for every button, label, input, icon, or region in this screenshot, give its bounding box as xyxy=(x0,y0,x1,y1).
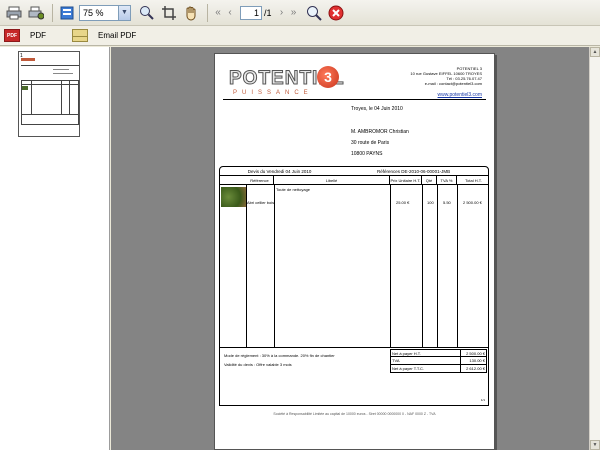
zoom-select[interactable]: 75 % ▼ xyxy=(79,4,131,21)
thumbnail-panel: 1 xyxy=(0,47,110,450)
column-header: Qté xyxy=(422,176,437,184)
chevron-down-icon[interactable]: ▼ xyxy=(118,5,130,20)
toolbar-separator xyxy=(52,3,53,22)
column-divider xyxy=(246,185,247,347)
column-divider xyxy=(437,185,438,347)
scroll-down-icon[interactable]: ▼ xyxy=(590,440,600,450)
row-reference: Abri cellier bois xyxy=(247,200,275,205)
condition-line: Mode de règlement : 30% à la commande. 2… xyxy=(224,353,335,358)
main-toolbar: 75 % ▼ « ‹ 1 /1 › » xyxy=(0,0,600,26)
quote-table: Devis du Vendredi 04 Juin 2010 Référence… xyxy=(219,166,489,406)
page-view-icon[interactable] xyxy=(57,3,77,23)
print-icon[interactable] xyxy=(4,3,24,23)
condition-line: Validité du devis : Offre valable 3 mois xyxy=(224,362,292,367)
close-icon[interactable] xyxy=(326,3,346,23)
quote-title: Devis du Vendredi 04 Juin 2010 xyxy=(247,168,312,174)
place-date: Troyes, le 04 Juin 2010 xyxy=(351,106,403,112)
print-setup-icon[interactable] xyxy=(26,3,46,23)
row-label: Toute de nettoyage xyxy=(276,187,311,192)
recipient-city: 10800 PAYNS xyxy=(351,151,383,157)
row-quantity: 100 xyxy=(427,200,434,205)
column-header: TVA % xyxy=(437,176,457,184)
logo-digit: 3 xyxy=(317,66,339,88)
page-number: 1/1 xyxy=(480,398,485,402)
scroll-up-icon[interactable]: ▲ xyxy=(590,47,600,57)
company-line: e-mail : contact@potentiel3.com xyxy=(424,81,482,86)
hand-icon[interactable] xyxy=(181,3,201,23)
totals-row: Net à payer T.T.C. 2 612.00 € xyxy=(390,365,487,373)
column-divider xyxy=(422,185,423,347)
export-toolbar: PDF PDF Email PDF xyxy=(0,26,600,46)
column-header: Total H.T. xyxy=(465,177,482,183)
table-header: Référence Libellé Prix Unitaire H.T. Qté… xyxy=(220,176,488,185)
zoom-value: 75 % xyxy=(83,7,104,18)
totals-label: Net à payer H.T. xyxy=(391,350,461,356)
recipient-address: M. AMBROMOR Christian 30 route de Paris … xyxy=(351,127,409,160)
totals-value: 2 612.00 € xyxy=(466,366,485,371)
legal-footer: Société à Responsabilité Limitée au capi… xyxy=(273,412,436,416)
column-divider xyxy=(274,185,275,347)
company-address: POTENTIEL 3 10 rue Gustave EIFFEL 10600 … xyxy=(392,66,482,86)
column-divider xyxy=(390,185,391,347)
totals-value: 130.00 € xyxy=(469,358,485,363)
previous-page-icon[interactable]: ‹ xyxy=(224,7,236,18)
search-icon[interactable] xyxy=(304,3,324,23)
column-divider xyxy=(457,185,458,347)
page-thumbnail[interactable]: 1 xyxy=(18,51,80,137)
column-header: Libellé xyxy=(274,176,390,184)
payment-conditions: Mode de règlement : 30% à la commande. 2… xyxy=(224,351,335,369)
header-divider xyxy=(223,99,486,100)
crop-icon[interactable] xyxy=(159,3,179,23)
email-pdf-button[interactable]: Email PDF xyxy=(72,29,136,42)
row-total: 2 500.00 € xyxy=(463,200,482,205)
totals-box: Net à payer H.T. 2 500.00 € TVA 130.00 €… xyxy=(390,349,487,373)
company-logo: POTENTIEL 3 PUISSANCE xyxy=(229,66,344,100)
page-total: /1 xyxy=(264,7,272,18)
email-pdf-button-label: Email PDF xyxy=(98,31,137,40)
zoom-in-icon[interactable] xyxy=(137,3,157,23)
recipient-name: M. AMBROMOR Christian xyxy=(351,129,409,135)
pdf-button-label: PDF xyxy=(30,31,46,40)
quote-reference: Références DE-2010-06-00001-JMB xyxy=(377,168,451,174)
row-unit-price: 25.00 € xyxy=(396,200,410,205)
page-number-input[interactable]: 1 xyxy=(240,5,262,20)
totals-label: Net à payer T.T.C. xyxy=(391,365,461,372)
vertical-scrollbar[interactable]: ▲ ▼ xyxy=(589,47,600,450)
totals-label: TVA xyxy=(391,357,461,364)
pdf-button[interactable]: PDF PDF xyxy=(4,29,46,42)
totals-value: 2 500.00 € xyxy=(466,350,485,356)
quote-title-bar: Devis du Vendredi 04 Juin 2010 Référence… xyxy=(220,167,488,176)
last-page-icon[interactable]: » xyxy=(288,7,300,18)
logo-subtitle: PUISSANCE xyxy=(233,90,313,96)
document-page: POTENTIEL 3 PUISSANCE POTENTIEL 3 10 rue… xyxy=(214,53,495,450)
recipient-street: 30 route de Paris xyxy=(351,140,390,146)
toolbar-separator xyxy=(207,3,208,22)
row-vat: 5.50 xyxy=(443,200,451,205)
next-page-icon[interactable]: › xyxy=(276,7,288,18)
table-footer-divider xyxy=(220,347,488,348)
email-icon xyxy=(72,29,88,42)
pdf-icon: PDF xyxy=(4,29,20,42)
product-image xyxy=(221,187,246,207)
first-page-icon[interactable]: « xyxy=(212,7,224,18)
totals-row: Net à payer H.T. 2 500.00 € xyxy=(390,349,487,357)
column-header: Référence xyxy=(246,176,274,184)
company-website-link[interactable]: www.potentiel3.com xyxy=(438,92,482,98)
totals-row: TVA 130.00 € xyxy=(390,357,487,365)
column-header: Prix Unitaire H.T. xyxy=(390,176,422,184)
